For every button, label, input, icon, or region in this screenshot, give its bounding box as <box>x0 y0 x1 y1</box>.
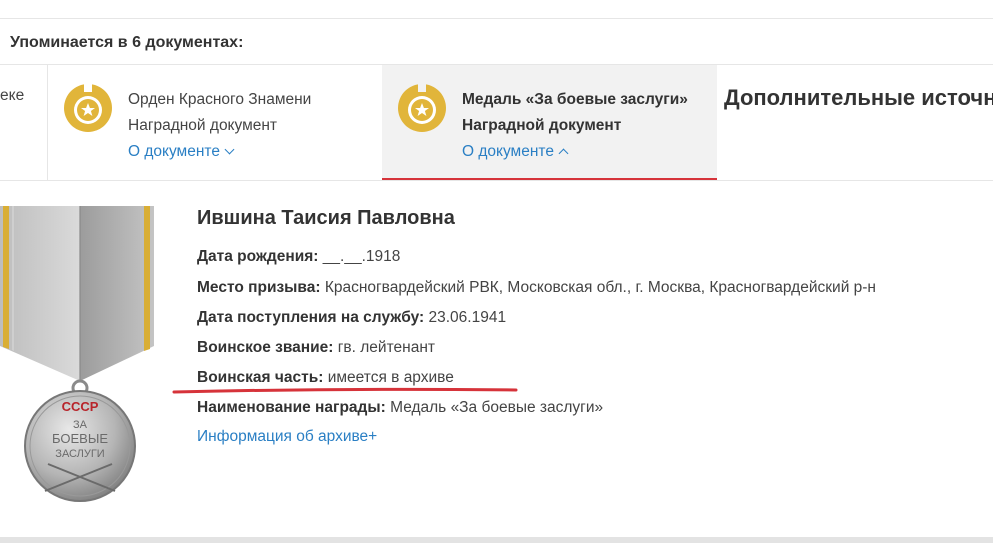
doc-card-title: Медаль «За боевые заслуги» <box>462 91 688 108</box>
military-rank-row: Воинское звание: гв. лейтенант <box>197 339 435 357</box>
field-value: имеется в архиве <box>327 369 454 386</box>
svg-text:БОЕВЫЕ: БОЕВЫЕ <box>52 431 108 446</box>
svg-text:СССР: СССР <box>62 399 99 414</box>
field-label: Воинское звание: <box>197 339 334 356</box>
doc-card-title: Орден Красного Знамени <box>128 91 312 108</box>
field-value: гв. лейтенант <box>337 339 435 356</box>
award-star-icon <box>398 84 446 132</box>
additional-sources-heading[interactable]: Дополнительные источн <box>724 85 993 111</box>
chevron-down-icon[interactable] <box>224 144 235 155</box>
conscription-place-row: Место призыва: Красногвардейский РВК, Мо… <box>197 279 876 297</box>
award-name-row: Наименование награды: Медаль «За боевые … <box>197 399 603 417</box>
birth-date-row: Дата рождения: __.__.1918 <box>197 248 400 266</box>
doc-card-partial[interactable]: еке <box>0 65 48 180</box>
about-document-link[interactable]: О документе <box>462 139 688 165</box>
doc-card-partial-text: еке <box>0 87 25 104</box>
chevron-up-icon[interactable] <box>558 148 569 159</box>
field-value: Медаль «За боевые заслуги» <box>390 399 604 416</box>
top-divider <box>0 18 993 19</box>
bottom-separator <box>0 537 993 543</box>
doc-card-combat-merit-selected[interactable]: Медаль «За боевые заслуги» Наградной док… <box>382 65 717 180</box>
archive-info-link[interactable]: Информация об архиве+ <box>197 428 377 446</box>
about-document-label[interactable]: О документе <box>128 143 220 160</box>
field-label: Воинская часть: <box>197 369 324 386</box>
medal-image: СССР ЗА БОЕВЫЕ ЗАСЛУГИ <box>0 206 160 506</box>
award-star-icon <box>64 84 112 132</box>
person-name: Ившина Таисия Павловна <box>197 207 455 229</box>
field-label: Место призыва: <box>197 279 321 296</box>
doc-card-type: Наградной документ <box>128 117 278 134</box>
svg-text:ЗА: ЗА <box>73 419 88 431</box>
field-value: 23.06.1941 <box>428 309 507 326</box>
field-value: Красногвардейский РВК, Московская обл., … <box>324 279 876 296</box>
military-unit-row: Воинская часть: имеется в архиве <box>197 369 454 387</box>
mentions-heading: Упоминается в 6 документах: <box>10 34 244 51</box>
field-label: Дата рождения: <box>197 248 319 265</box>
svg-text:ЗАСЛУГИ: ЗАСЛУГИ <box>55 448 104 460</box>
doc-card-order-red-banner[interactable]: Орден Красного Знамени Наградной докумен… <box>48 65 382 180</box>
field-value: __.__.1918 <box>322 248 401 265</box>
docs-strip-bottom-border <box>0 180 993 181</box>
about-document-link[interactable]: О документе <box>128 139 311 165</box>
doc-card-type: Наградной документ <box>462 117 622 134</box>
field-label: Дата поступления на службу: <box>197 309 425 326</box>
highlight-underline <box>172 387 518 394</box>
field-label: Наименование награды: <box>197 399 386 416</box>
about-document-label[interactable]: О документе <box>462 143 554 160</box>
service-start-row: Дата поступления на службу: 23.06.1941 <box>197 309 506 327</box>
